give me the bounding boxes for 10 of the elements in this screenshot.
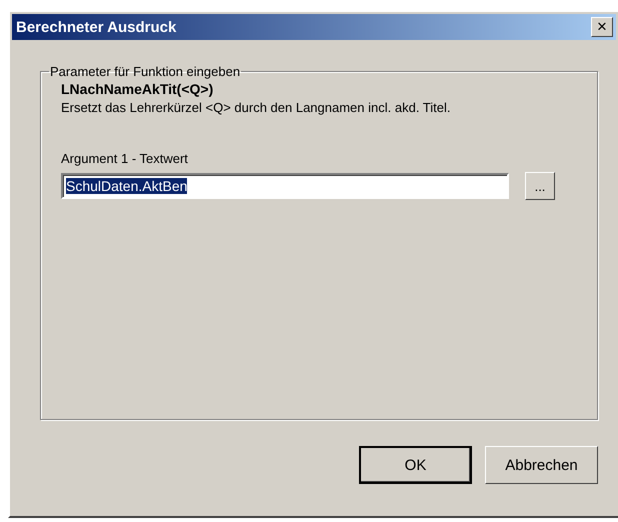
browse-button[interactable]: ... <box>525 172 555 200</box>
group-caption: Parameter für Funktion eingeben <box>49 64 242 79</box>
function-description: Ersetzt das Lehrerkürzel <Q> durch den Langnamen incl. akd. Titel. <box>61 100 452 115</box>
dialog-button[interactable]: OK <box>359 446 472 484</box>
window-title: Berechneter Ausdruck <box>16 18 176 36</box>
function-name: LNachNameAkTit(<Q>) <box>61 81 214 97</box>
argument-label: Argument 1 - Textwert <box>61 151 189 166</box>
argument-field[interactable]: SchulDaten.AktBen <box>61 173 509 199</box>
close-button[interactable]: × <box>591 17 613 37</box>
dialog-button[interactable]: Abbrechen <box>485 446 598 484</box>
